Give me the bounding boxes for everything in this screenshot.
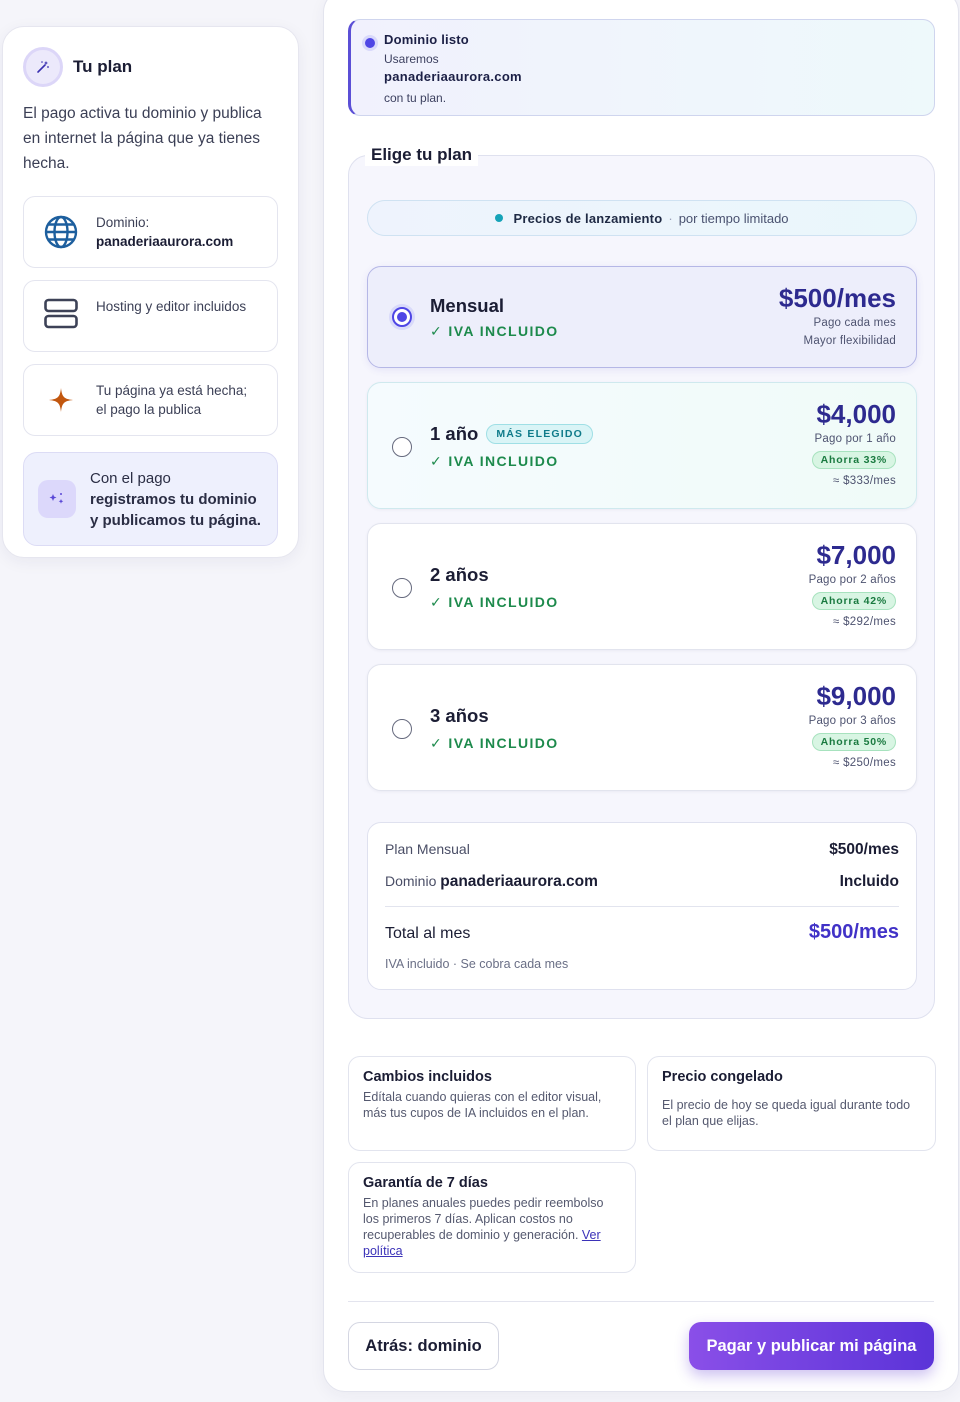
plan-iva: ✓ IVA INCLUIDO bbox=[430, 594, 559, 610]
summary-total-label: Total al mes bbox=[385, 925, 471, 942]
domain-card: Dominio: panaderiaaurora.com bbox=[23, 196, 278, 268]
plan-option-2-years[interactable]: 2 años ✓ IVA INCLUIDO $7,000 Pago por 2 … bbox=[367, 523, 917, 650]
plan-monthly-equivalent: ≈ $292/mes bbox=[832, 616, 896, 628]
payment-note-line1: Con el pago bbox=[90, 469, 171, 487]
plan-option-1-year[interactable]: 1 año MÁS ELEGIDO ✓ IVA INCLUIDO $4,000 … bbox=[367, 382, 917, 509]
plan-sub1: Pago por 3 años bbox=[808, 715, 896, 727]
summary-domain-name: panaderiaaurora.com bbox=[440, 873, 598, 890]
guarantee-body: En planes anuales puedes pedir reembolso… bbox=[363, 1196, 604, 1242]
plan-name: Mensual bbox=[430, 295, 505, 316]
plan-monthly-equivalent: ≈ $250/mes bbox=[832, 757, 896, 769]
savings-badge: Ahorra 50% bbox=[811, 733, 896, 751]
summary-total-row: Total al mes $500/mes bbox=[385, 921, 899, 944]
plans-title: Elige tu plan bbox=[365, 144, 479, 166]
server-icon bbox=[42, 297, 80, 331]
plan-price: $4,000 bbox=[816, 399, 896, 429]
banner-heading: Dominio listo bbox=[384, 32, 469, 47]
plan-radio-2-years[interactable] bbox=[392, 578, 412, 598]
plan-sidebar: Tu plan El pago activa tu dominio y publ… bbox=[2, 26, 299, 558]
sidebar-description: El pago activa tu dominio y publica en i… bbox=[23, 105, 262, 172]
magic-wand-icon bbox=[23, 47, 63, 87]
footer-divider bbox=[348, 1301, 934, 1302]
banner-line2: con tu plan. bbox=[384, 91, 447, 105]
summary-plan-label: Plan Mensual bbox=[385, 841, 470, 857]
page-ready-card: Tu página ya está hecha; el pago la publ… bbox=[23, 364, 278, 436]
hosting-card: Hosting y editor incluidos bbox=[23, 280, 278, 352]
payment-note-line3: y publicamos tu página. bbox=[90, 511, 261, 529]
price-body: El precio de hoy se queda igual durante … bbox=[662, 1098, 911, 1128]
banner-domain: panaderiaaurora.com bbox=[384, 69, 522, 84]
most-chosen-badge: MÁS ELEGIDO bbox=[486, 424, 594, 444]
plan-price: $500/mes bbox=[778, 283, 896, 313]
summary-note: IVA incluido · Se cobra cada mes bbox=[385, 957, 569, 971]
savings-badge: Ahorra 33% bbox=[811, 451, 896, 469]
plan-iva: ✓ IVA INCLUIDO bbox=[430, 735, 559, 751]
status-dot-icon bbox=[365, 38, 375, 48]
summary-divider bbox=[385, 906, 899, 907]
domain-ready-banner: Dominio listo Usaremos panaderiaaurora.c… bbox=[348, 19, 935, 116]
plan-price: $9,000 bbox=[816, 681, 896, 711]
guarantee-title: Garantía de 7 días bbox=[363, 1175, 488, 1191]
back-button[interactable]: Atrás: dominio bbox=[348, 1322, 499, 1370]
launch-text: por tiempo limitado bbox=[678, 210, 789, 226]
launch-pricing-pill: Precios de lanzamiento · por tiempo limi… bbox=[367, 200, 917, 236]
price-title: Precio congelado bbox=[662, 1069, 783, 1085]
domain-card-value: panaderiaaurora.com bbox=[96, 234, 234, 249]
summary-total-value: $500/mes bbox=[808, 921, 899, 943]
domain-card-label: Dominio: bbox=[96, 215, 150, 230]
globe-icon bbox=[42, 214, 80, 250]
order-summary: Plan Mensual $500/mes Dominio panaderiaa… bbox=[367, 822, 917, 990]
frozen-price-card: Precio congelado El precio de hoy se que… bbox=[647, 1056, 936, 1151]
guarantee-card: Garantía de 7 días En planes anuales pue… bbox=[348, 1162, 636, 1273]
hosting-card-label: Hosting y editor incluidos bbox=[96, 299, 247, 314]
plan-radio-monthly[interactable] bbox=[392, 307, 412, 327]
checkout-panel: Dominio listo Usaremos panaderiaaurora.c… bbox=[323, 0, 959, 1392]
changes-body: Edítala cuando quieras con el editor vis… bbox=[363, 1090, 602, 1120]
plan-sub1: Pago por 2 años bbox=[808, 574, 896, 586]
plan-name: 3 años bbox=[430, 705, 489, 726]
savings-badge: Ahorra 42% bbox=[811, 592, 896, 610]
plan-sub1: Pago por 1 año bbox=[814, 433, 896, 445]
summary-plan-value: $500/mes bbox=[829, 841, 899, 858]
sidebar-header: Tu plan bbox=[23, 47, 278, 87]
launch-separator: · bbox=[668, 210, 673, 226]
plan-radio-3-years[interactable] bbox=[392, 719, 412, 739]
changes-included-card: Cambios incluidos Edítala cuando quieras… bbox=[348, 1056, 636, 1151]
plan-monthly-equivalent: ≈ $333/mes bbox=[832, 475, 896, 487]
plan-sub2: Mayor flexibilidad bbox=[803, 335, 896, 347]
launch-bold: Precios de lanzamiento bbox=[513, 210, 663, 226]
plan-sub1: Pago cada mes bbox=[813, 317, 896, 329]
payment-note-line2: registramos tu dominio bbox=[90, 490, 257, 508]
summary-domain-label: Dominio bbox=[385, 873, 437, 889]
plan-price: $7,000 bbox=[816, 540, 896, 570]
sparkles-icon bbox=[38, 480, 76, 518]
plan-iva: ✓ IVA INCLUIDO bbox=[430, 323, 559, 339]
plan-option-3-years[interactable]: 3 años ✓ IVA INCLUIDO $9,000 Pago por 3 … bbox=[367, 664, 917, 791]
plan-name: 2 años bbox=[430, 564, 489, 585]
pay-publish-button[interactable]: Pagar y publicar mi página bbox=[689, 1322, 934, 1370]
launch-dot-icon bbox=[495, 214, 504, 222]
plan-iva: ✓ IVA INCLUIDO bbox=[430, 453, 559, 469]
sidebar-title: Tu plan bbox=[73, 57, 133, 76]
plan-selector: Elige tu plan Precios de lanzamiento · p… bbox=[348, 144, 935, 1019]
plan-option-monthly[interactable]: Mensual ✓ IVA INCLUIDO $500/mes Pago cad… bbox=[367, 266, 917, 368]
plan-name: 1 año bbox=[430, 423, 479, 444]
summary-plan-row: Plan Mensual $500/mes bbox=[385, 841, 899, 859]
summary-domain-row: Dominio panaderiaaurora.com Incluido bbox=[385, 873, 899, 891]
sparkle-icon bbox=[42, 387, 80, 413]
plan-radio-1-year[interactable] bbox=[392, 437, 412, 457]
banner-line1: Usaremos bbox=[384, 52, 439, 66]
page-ready-label: Tu página ya está hecha; el pago la publ… bbox=[96, 383, 248, 417]
payment-note: Con el pago registramos tu dominio y pub… bbox=[23, 452, 278, 546]
summary-domain-value: Incluido bbox=[839, 873, 899, 890]
changes-title: Cambios incluidos bbox=[363, 1069, 492, 1085]
